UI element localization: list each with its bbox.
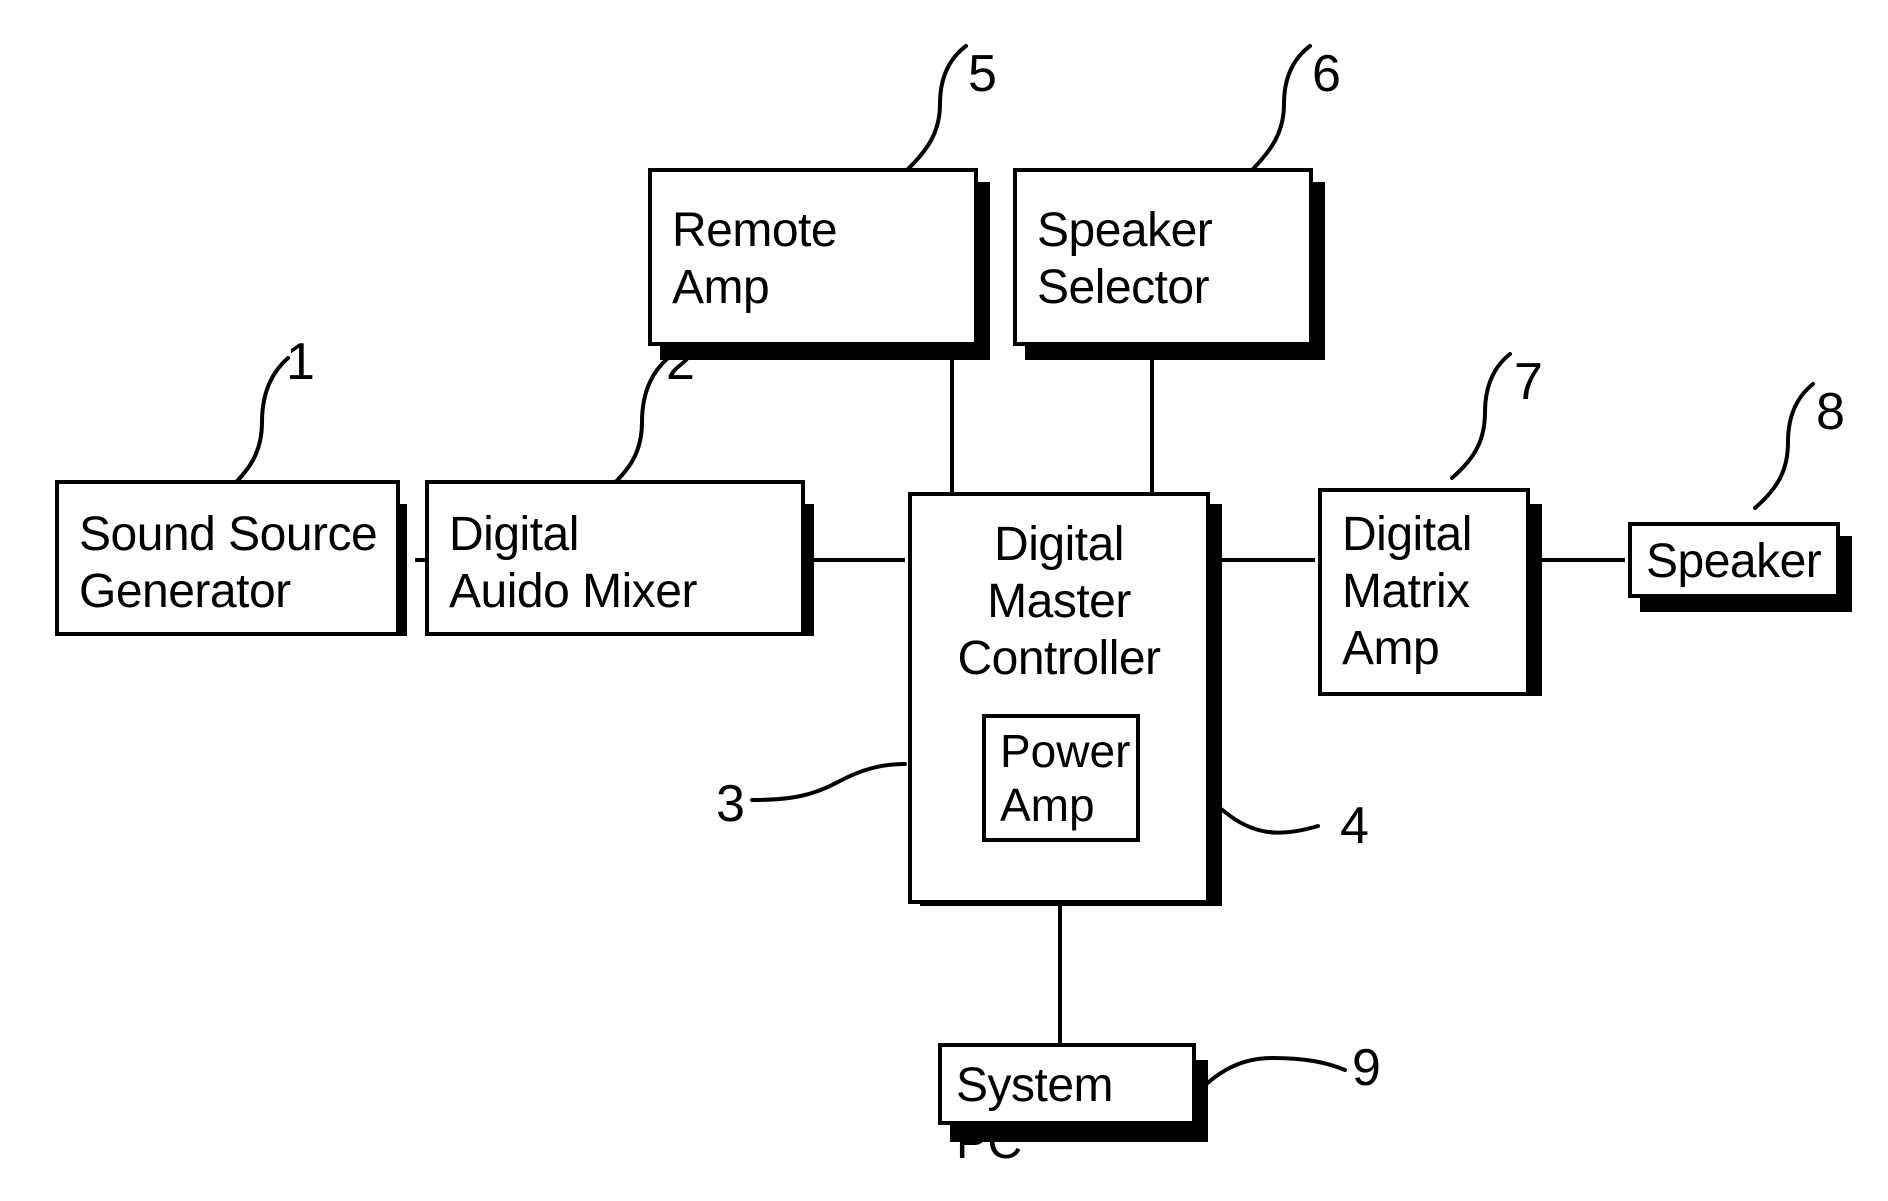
leader-line-1 [224,356,290,494]
node-digital-matrix-amp[interactable]: Digital Matrix Amp [1318,488,1530,696]
node-label-digital-audio-mixer: Digital Auido Mixer [449,508,697,618]
leader-line-9 [1190,1055,1347,1100]
leader-line-7 [1450,352,1512,480]
block-diagram-figure: Sound Source Generator Digital Auido Mix… [0,0,1888,1201]
reference-numeral-2: 2 [666,333,695,391]
node-label-system-pc: System PC [956,1059,1114,1169]
node-power-amp[interactable]: Power Amp [982,714,1140,842]
reference-numeral-9: 9 [1352,1039,1381,1097]
node-label-digital-master-controller: Digital Master Controller [957,518,1161,685]
leader-line-5 [903,44,968,174]
reference-numeral-4: 4 [1340,797,1369,855]
leader-line-6 [1248,44,1312,174]
node-label-sound-source-generator: Sound Source Generator [79,508,378,618]
reference-numeral-5: 5 [968,45,997,103]
reference-numeral-7: 7 [1514,353,1543,411]
node-speaker-selector[interactable]: Speaker Selector [1013,168,1313,346]
node-system-pc[interactable]: System PC [938,1043,1196,1169]
node-label-speaker-selector: Speaker Selector [1037,204,1213,314]
node-label-power-amp: Power Amp [1000,725,1131,831]
reference-numeral-3: 3 [716,775,745,833]
node-remote-amp[interactable]: Remote Amp [648,168,978,346]
node-label-speaker: Speaker [1646,535,1822,588]
node-digital-audio-mixer[interactable]: Digital Auido Mixer [425,480,805,636]
reference-numeral-1: 1 [286,333,315,391]
leader-line-3 [750,762,907,802]
reference-numeral-6: 6 [1312,45,1341,103]
reference-numeral-8: 8 [1816,383,1845,441]
node-speaker[interactable]: Speaker [1628,522,1840,598]
leader-line-8 [1753,382,1815,510]
node-label-digital-matrix-amp: Digital Matrix Amp [1342,508,1472,675]
leader-line-2 [603,356,670,494]
node-sound-source-generator[interactable]: Sound Source Generator [55,480,400,636]
node-label-remote-amp: Remote Amp [672,204,838,314]
node-digital-master-controller[interactable]: Digital Master Controller [908,492,1210,904]
